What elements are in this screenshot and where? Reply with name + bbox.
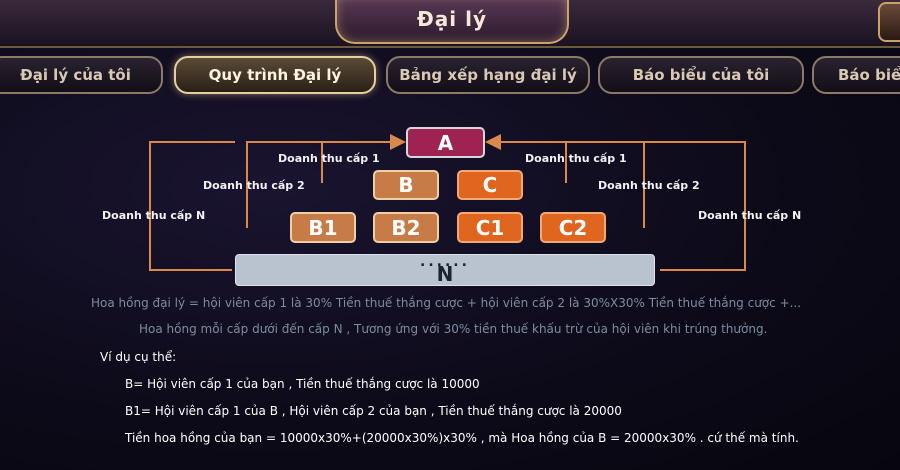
label-right-levelN: Doanh thu cấp N [698, 209, 802, 222]
node-b2: B2 [373, 212, 439, 243]
node-c-label: C [482, 173, 498, 197]
label-left-level2: Doanh thu cấp 2 [203, 179, 305, 192]
node-c: C [457, 170, 523, 200]
arrow-left-levelN [149, 141, 235, 271]
node-c1: C1 [457, 212, 523, 243]
node-b2-label: B2 [391, 215, 421, 240]
node-c2-label: C2 [558, 215, 588, 240]
node-b1: B1 [290, 212, 356, 243]
example-line-1: B= Hội viên cấp 1 của bạn , Tiền thuế th… [125, 377, 480, 391]
commission-formula-text: Hoa hồng đại lý = hội viên cấp 1 là 30% … [91, 296, 802, 310]
label-left-levelN: Doanh thu cấp N [102, 209, 206, 222]
node-a-label: A [437, 130, 454, 155]
label-left-level1: Doanh thu cấp 1 [278, 152, 380, 165]
arrow-right-levelN [644, 141, 746, 271]
connector-lines [149, 134, 746, 271]
node-b-label: B [398, 173, 414, 197]
example-heading: Ví dụ cụ thể: [100, 350, 177, 364]
example-line-2: B1= Hội viên cấp 1 của B , Hội viên cấp … [125, 404, 622, 418]
node-b1-label: B1 [308, 215, 338, 240]
label-right-level1: Doanh thu cấp 1 [525, 152, 627, 165]
node-n: ...... N [235, 254, 655, 286]
node-n-label: N [436, 262, 454, 286]
node-a: A [406, 127, 485, 158]
label-right-level2: Doanh thu cấp 2 [598, 179, 700, 192]
example-line-3: Tiền hoa hồng của bạn = 10000x30%+(20000… [125, 431, 799, 445]
node-c2: C2 [540, 212, 606, 243]
commission-levels-text: Hoa hồng mỗi cấp dưới đến cấp N , Tương … [139, 322, 768, 336]
node-b: B [373, 170, 439, 200]
agency-diagram: A B C B1 B2 C1 C2 ...... N Doanh thu cấp… [0, 0, 900, 470]
node-c1-label: C1 [475, 215, 505, 240]
